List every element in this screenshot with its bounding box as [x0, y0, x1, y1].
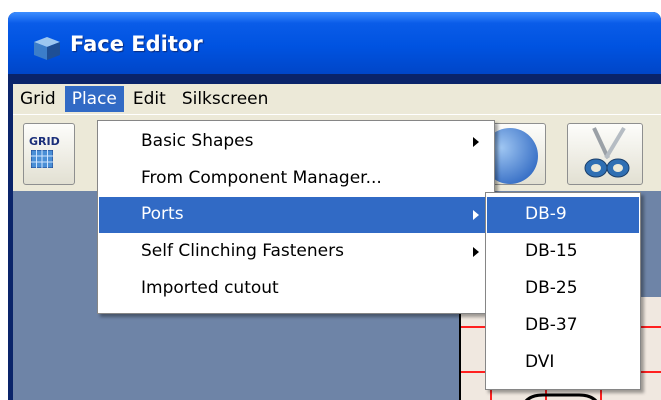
- menu-place[interactable]: Place: [64, 86, 124, 112]
- menu-item-label: From Component Manager...: [141, 168, 382, 188]
- place-menu-dropdown: Basic Shapes From Component Manager... P…: [97, 120, 495, 314]
- menu-item-label: Imported cutout: [141, 278, 279, 298]
- grid-button[interactable]: GRID: [23, 123, 75, 185]
- menu-item-label: DB-37: [525, 315, 578, 335]
- cube-app-icon: [34, 37, 60, 60]
- menu-item-from-component-manager[interactable]: From Component Manager...: [99, 161, 493, 197]
- menu-silkscreen[interactable]: Silkscreen: [175, 86, 276, 112]
- ports-submenu-dropdown: DB-9 DB-15 DB-25 DB-37 DVI: [485, 192, 641, 390]
- grid-icon: [31, 150, 53, 168]
- circle-shape-button[interactable]: [489, 123, 546, 185]
- grid-button-label: GRID: [29, 135, 60, 148]
- menu-item-label: DB-25: [525, 278, 578, 298]
- menu-item-dvi[interactable]: DVI: [487, 345, 639, 381]
- menu-item-db-37[interactable]: DB-37: [487, 308, 639, 344]
- menu-grid[interactable]: Grid: [13, 86, 63, 112]
- menu-item-db-25[interactable]: DB-25: [487, 271, 639, 307]
- menu-item-db-15[interactable]: DB-15: [487, 234, 639, 270]
- menu-bar: Grid Place Edit Silkscreen: [13, 84, 661, 114]
- menu-item-basic-shapes[interactable]: Basic Shapes: [99, 124, 493, 160]
- menu-edit[interactable]: Edit: [126, 86, 173, 112]
- menu-item-self-clinching-fasteners[interactable]: Self Clinching Fasteners: [99, 234, 493, 270]
- menu-item-label: Ports: [141, 204, 184, 224]
- menu-item-label: DB-15: [525, 241, 578, 261]
- menu-item-imported-cutout[interactable]: Imported cutout: [99, 271, 493, 307]
- menu-item-label: DB-9: [525, 204, 567, 224]
- submenu-arrow-icon: [473, 137, 479, 147]
- submenu-arrow-icon: [473, 247, 479, 257]
- menu-item-db-9[interactable]: DB-9: [487, 197, 639, 233]
- menu-item-label: Basic Shapes: [141, 131, 254, 151]
- menu-item-ports[interactable]: Ports: [99, 197, 493, 233]
- window-title: Face Editor: [70, 32, 203, 56]
- menu-item-label: Self Clinching Fasteners: [141, 241, 344, 261]
- menu-item-label: DVI: [525, 352, 555, 372]
- circle-icon: [490, 128, 538, 184]
- scissors-icon: [584, 126, 630, 178]
- title-bar[interactable]: Face Editor: [8, 12, 661, 74]
- cut-button[interactable]: [567, 123, 643, 185]
- submenu-arrow-icon: [473, 210, 479, 220]
